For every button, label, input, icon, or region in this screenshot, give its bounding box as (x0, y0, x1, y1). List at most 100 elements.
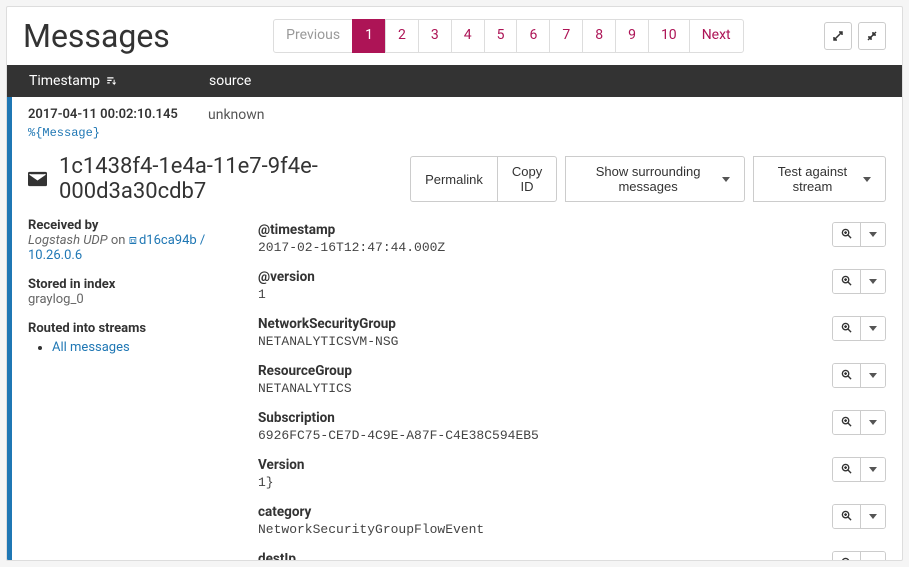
field-menu-button[interactable] (860, 552, 885, 561)
page-prev[interactable]: Previous (273, 19, 353, 53)
caret-down-icon (869, 420, 877, 425)
page-title: Messages (23, 17, 170, 55)
zoom-button[interactable] (833, 505, 860, 528)
field-value: 1 (258, 287, 820, 302)
page-5[interactable]: 5 (484, 19, 518, 53)
page-2[interactable]: 2 (385, 19, 419, 53)
field-name: @timestamp (258, 222, 820, 238)
stored-in-label: Stored in index (28, 277, 238, 292)
test-stream-button[interactable]: Test against stream (753, 156, 886, 202)
zoom-icon (841, 321, 852, 336)
zoom-icon (841, 415, 852, 430)
received-by-input: Logstash UDP (28, 233, 108, 248)
caret-down-icon (869, 279, 877, 284)
field-name: ResourceGroup (258, 363, 820, 379)
zoom-button[interactable] (833, 270, 860, 293)
expand-button[interactable] (824, 22, 852, 50)
zoom-icon (841, 368, 852, 383)
field-actions (832, 363, 886, 388)
field-row: @version 1 (258, 265, 886, 312)
field-menu-button[interactable] (860, 317, 885, 340)
field-menu-button[interactable] (860, 364, 885, 387)
field-menu-button[interactable] (860, 505, 885, 528)
field-row: Version1} (258, 453, 886, 500)
field-menu-button[interactable] (860, 223, 885, 246)
field-menu-button[interactable] (860, 458, 885, 481)
stream-link[interactable]: All messages (52, 340, 130, 355)
surrounding-button[interactable]: Show surrounding messages (565, 156, 745, 202)
field-actions (832, 551, 886, 561)
zoom-icon (841, 227, 852, 242)
zoom-icon (841, 462, 852, 477)
column-source[interactable]: source (209, 73, 886, 89)
message-row[interactable]: 2017-04-11 00:02:10.145 %{Message} unkno… (7, 97, 902, 142)
message-timestamp: 2017-04-11 00:02:10.145 (28, 107, 208, 122)
field-row: destIp10.2.0.4 (258, 547, 886, 561)
permalink-button[interactable]: Permalink (410, 156, 498, 202)
zoom-button[interactable] (833, 364, 860, 387)
message-template: %{Message} (28, 126, 208, 140)
field-name: Subscription (258, 410, 820, 426)
stream-item: All messages (52, 340, 238, 355)
caret-down-icon (869, 514, 877, 519)
collapse-icon (866, 30, 878, 42)
field-actions (832, 269, 886, 294)
received-on-text: on (111, 233, 126, 248)
stored-in-value: graylog_0 (28, 292, 238, 307)
permalink-label: Permalink (425, 172, 483, 187)
caret-down-icon (869, 232, 877, 237)
caret-down-icon (722, 177, 730, 182)
field-name: destIp (258, 551, 820, 561)
field-menu-button[interactable] (860, 270, 885, 293)
field-value: NETANALYTICSVM-NSG (258, 334, 820, 349)
caret-down-icon (869, 373, 877, 378)
field-row: category NetworkSecurityGroupFlowEvent (258, 500, 886, 547)
zoom-button[interactable] (833, 552, 860, 561)
page-8[interactable]: 8 (582, 19, 616, 53)
zoom-button[interactable] (833, 223, 860, 246)
field-value: 1} (258, 475, 820, 490)
field-row: ResourceGroup NETANALYTICS (258, 359, 886, 406)
sort-desc-icon (106, 76, 116, 86)
field-row: @timestamp 2017-02-16T12:47:44.000Z (258, 218, 886, 265)
field-value: NETANALYTICS (258, 381, 820, 396)
caret-down-icon (869, 326, 877, 331)
field-row: NetworkSecurityGroup NETANALYTICSVM-NSG (258, 312, 886, 359)
column-source-label: source (209, 73, 251, 89)
field-name: @version (258, 269, 820, 285)
page-next[interactable]: Next (689, 19, 744, 53)
field-value: 6926FC75-CE7D-4C9E-A87F-C4E38C594EB5 (258, 428, 820, 443)
message-id: 1c1438f4-1e4a-11e7-9f4e-000d3a30cdb7 (59, 154, 410, 204)
column-timestamp-label: Timestamp (29, 73, 100, 89)
field-value: NetworkSecurityGroupFlowEvent (258, 522, 820, 537)
page-10[interactable]: 10 (648, 19, 690, 53)
field-actions (832, 316, 886, 341)
caret-down-icon (863, 177, 871, 182)
message-source: unknown (208, 107, 886, 140)
zoom-button[interactable] (833, 458, 860, 481)
expand-icon (832, 30, 844, 42)
page-3[interactable]: 3 (418, 19, 452, 53)
page-1[interactable]: 1 (352, 19, 386, 53)
received-by-label: Received by (28, 218, 238, 233)
page-7[interactable]: 7 (549, 19, 583, 53)
copy-id-button[interactable]: Copy ID (497, 156, 557, 202)
field-actions (832, 222, 886, 247)
zoom-icon (841, 556, 852, 561)
envelope-icon (28, 170, 47, 188)
zoom-button[interactable] (833, 411, 860, 434)
field-actions (832, 410, 886, 435)
zoom-icon (841, 274, 852, 289)
surrounding-label: Show surrounding messages (580, 164, 716, 194)
page-4[interactable]: 4 (451, 19, 485, 53)
field-name: NetworkSecurityGroup (258, 316, 820, 332)
field-value: 2017-02-16T12:47:44.000Z (258, 240, 820, 255)
field-name: category (258, 504, 820, 520)
collapse-button[interactable] (858, 22, 886, 50)
page-6[interactable]: 6 (516, 19, 550, 53)
page-9[interactable]: 9 (615, 19, 649, 53)
column-timestamp[interactable]: Timestamp (29, 73, 209, 89)
zoom-button[interactable] (833, 317, 860, 340)
field-menu-button[interactable] (860, 411, 885, 434)
field-actions (832, 504, 886, 529)
